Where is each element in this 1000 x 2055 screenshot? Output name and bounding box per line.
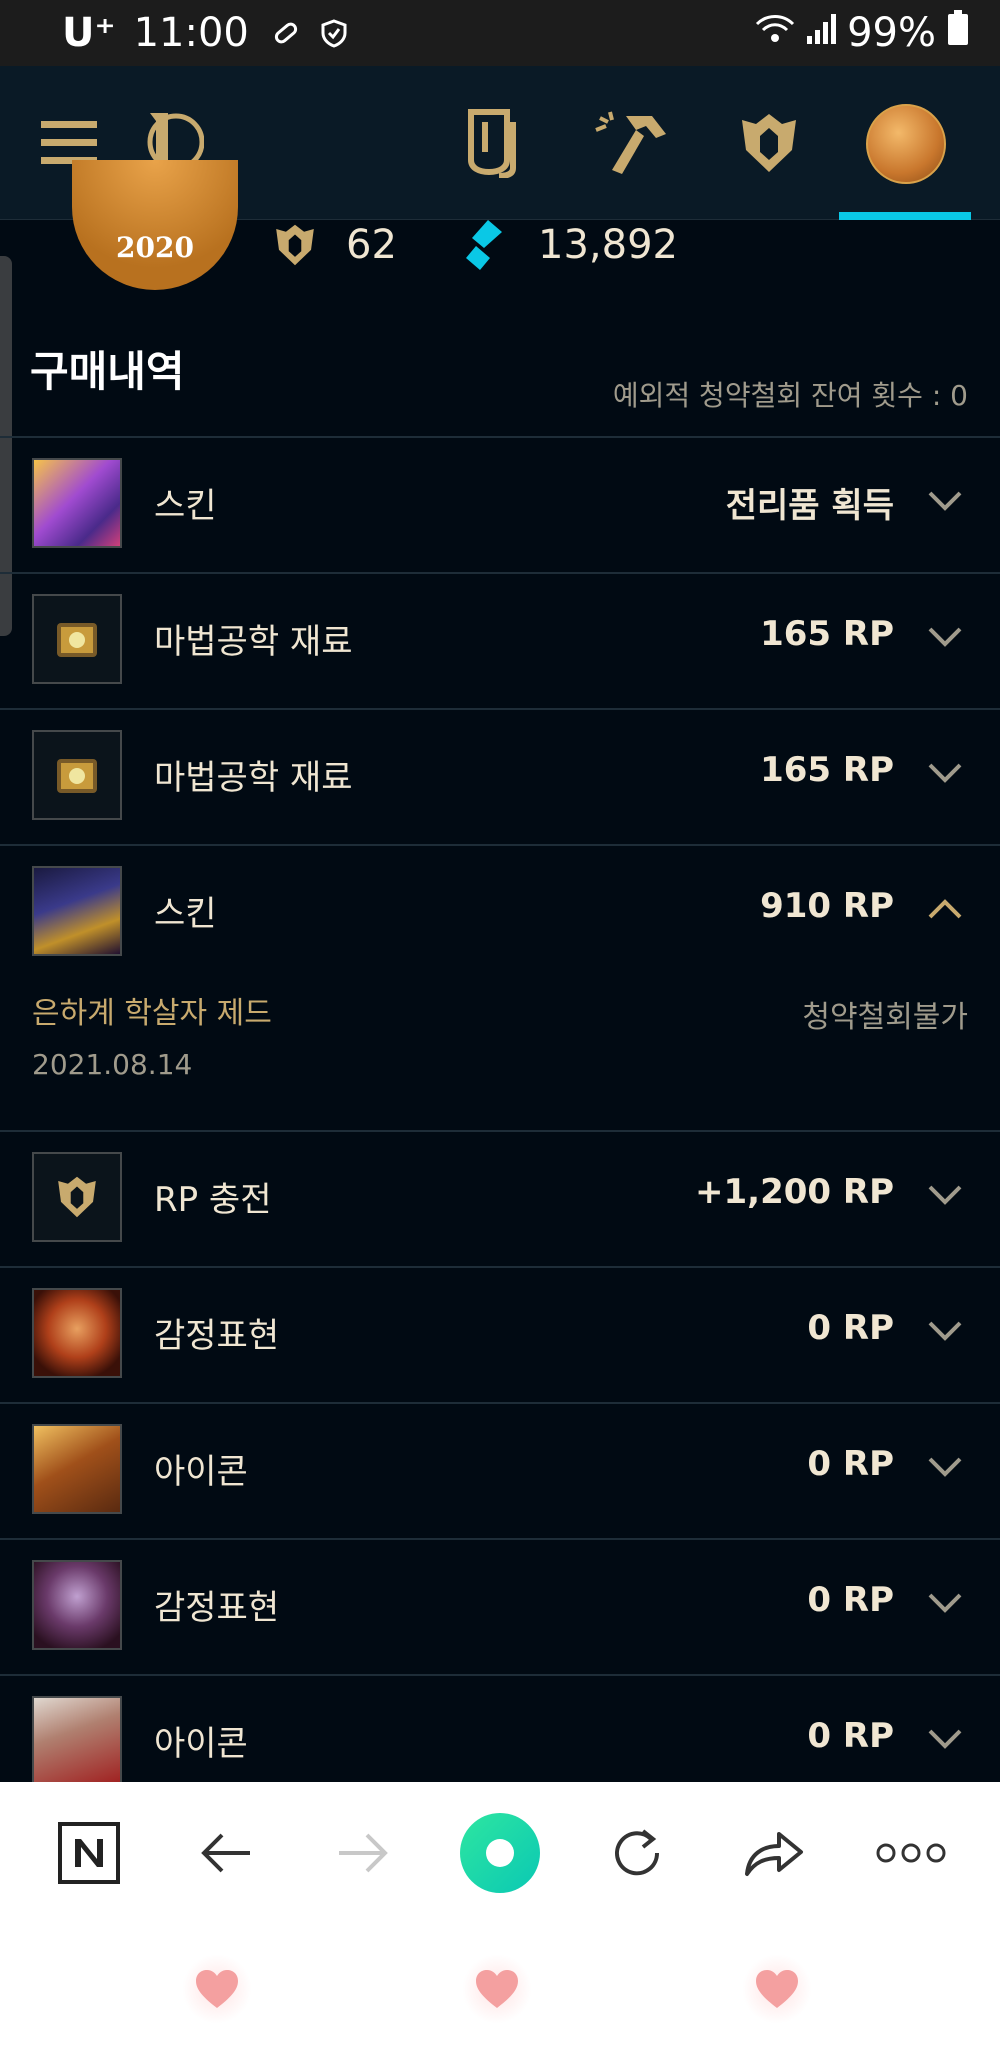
chevron-down-icon[interactable]: [926, 754, 964, 792]
chevron-down-icon[interactable]: [926, 1720, 964, 1758]
collection-icon[interactable]: [460, 106, 530, 180]
skin-name: 은하계 학살자 제드: [32, 996, 272, 1031]
purchase-list: 스킨 전리품 획득 마법공학 재료 165 RP 마법공학 재료 165 RP …: [0, 436, 1000, 1810]
reload-button[interactable]: [592, 1808, 682, 1898]
row-label: 마법공학 재료: [154, 758, 353, 798]
page-title: 구매내역: [30, 347, 185, 396]
row-label: 아이콘: [154, 1452, 248, 1492]
icon-thumb-2: [32, 1696, 122, 1786]
bottom-reactions: [0, 1924, 1000, 2055]
hextech-chest-thumb: [32, 594, 122, 684]
heart-icon[interactable]: [182, 1954, 252, 2024]
hextech-chest-thumb: [32, 730, 122, 820]
profile-emblem-text: 2020: [116, 231, 194, 264]
purchase-row[interactable]: 마법공학 재료 165 RP: [0, 572, 1000, 708]
forward-button[interactable]: [318, 1808, 408, 1898]
crafting-icon[interactable]: [592, 106, 672, 180]
profile-avatar[interactable]: [864, 102, 948, 186]
skin-thumb-zed: [32, 866, 122, 956]
row-label: 감정표현: [154, 1588, 280, 1628]
purchase-row[interactable]: 마법공학 재료 165 RP: [0, 708, 1000, 844]
row-label: 스킨: [154, 486, 217, 526]
naver-home-button[interactable]: [44, 1808, 134, 1898]
purchase-row[interactable]: RP 충전 +1,200 RP: [0, 1130, 1000, 1266]
row-price: +1,200 RP: [695, 1172, 894, 1212]
chevron-down-icon[interactable]: [926, 1448, 964, 1486]
purchase-date: 2021.08.14: [32, 1048, 193, 1081]
row-label: RP 충전: [154, 1180, 272, 1220]
row-label: 감정표현: [154, 1316, 280, 1356]
green-dot-button[interactable]: [455, 1808, 545, 1898]
signal-icon: [805, 10, 837, 56]
emote-thumb-2: [32, 1560, 122, 1650]
icon-thumb: [32, 1424, 122, 1514]
row-price: 910 RP: [760, 886, 894, 926]
status-bar: U⁺ 11:00 99%: [0, 0, 1000, 66]
back-button[interactable]: [181, 1808, 271, 1898]
blue-essence-balance: 13,892: [462, 220, 678, 270]
browser-toolbar: [0, 1782, 1000, 1924]
share-button[interactable]: [729, 1808, 819, 1898]
purchase-row[interactable]: 스킨 전리품 획득: [0, 436, 1000, 572]
wifi-icon: [755, 10, 795, 56]
row-label: 아이콘: [154, 1724, 248, 1764]
row-price: 165 RP: [760, 750, 894, 790]
row-label: 스킨: [154, 894, 217, 934]
row-price: 0 RP: [807, 1716, 894, 1756]
shield-icon: [317, 16, 351, 50]
purchase-row[interactable]: 감정표현 0 RP: [0, 1266, 1000, 1402]
emote-thumb: [32, 1288, 122, 1378]
chevron-down-icon[interactable]: [926, 482, 964, 520]
row-price: 전리품 획득: [725, 486, 894, 526]
profile-emblem: 2020: [72, 160, 238, 290]
rp-balance-value: 62: [346, 222, 397, 268]
refund-status: 청약철회불가: [802, 1000, 968, 1035]
chevron-up-icon[interactable]: [926, 890, 964, 928]
store-rp-icon[interactable]: [736, 106, 802, 180]
chevron-down-icon[interactable]: [926, 1176, 964, 1214]
more-button[interactable]: [866, 1808, 956, 1898]
carrier-label: U⁺: [62, 10, 116, 56]
battery-percent: 99%: [847, 10, 936, 56]
chevron-down-icon[interactable]: [926, 1584, 964, 1622]
active-tab-indicator: [839, 212, 971, 220]
battery-icon: [946, 10, 970, 56]
row-price: 165 RP: [760, 614, 894, 654]
blue-essence-icon: [462, 218, 508, 272]
heart-icon[interactable]: [462, 1954, 532, 2024]
row-label: 마법공학 재료: [154, 622, 353, 662]
row-price: 0 RP: [807, 1444, 894, 1484]
rp-balance: 62: [272, 220, 397, 270]
purchase-row-expanded[interactable]: 스킨 910 RP 은하계 학살자 제드 청약철회불가 2021.08.14: [0, 844, 1000, 1130]
row-price: 0 RP: [807, 1580, 894, 1620]
rp-icon-thumb: [32, 1152, 122, 1242]
purchase-row[interactable]: 아이콘 0 RP: [0, 1402, 1000, 1538]
row-price: 0 RP: [807, 1308, 894, 1348]
purchase-row[interactable]: 감정표현 0 RP: [0, 1538, 1000, 1674]
heart-icon[interactable]: [742, 1954, 812, 2024]
pill-icon: [269, 16, 303, 50]
refunds-remaining: 예외적 청약철회 잔여 횟수 : 0: [612, 379, 968, 412]
rp-icon: [272, 222, 318, 268]
blue-essence-value: 13,892: [538, 222, 678, 268]
chevron-down-icon[interactable]: [926, 618, 964, 656]
profile-summary: 2020 62 13,892: [0, 160, 1000, 290]
skin-thumb-ezreal: [32, 458, 122, 548]
chevron-down-icon[interactable]: [926, 1312, 964, 1350]
status-time: 11:00: [133, 10, 249, 56]
